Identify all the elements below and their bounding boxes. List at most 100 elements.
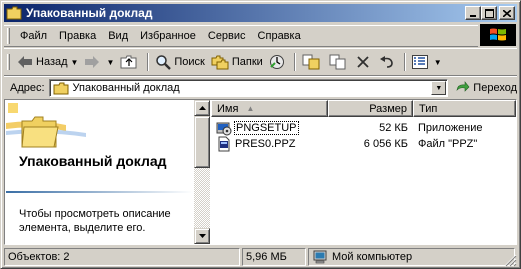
- status-objects-panel: Объектов: 2: [4, 248, 240, 266]
- menu-help[interactable]: Справка: [252, 30, 307, 42]
- forward-button[interactable]: ▼: [81, 51, 117, 73]
- scroll-up-icon: [198, 106, 206, 110]
- close-icon: [503, 9, 511, 17]
- status-location-panel: Мой компьютер: [308, 248, 515, 266]
- file-name: PNGSETUP: [234, 121, 299, 135]
- close-button[interactable]: [499, 6, 515, 20]
- views-dropdown-icon[interactable]: ▼: [434, 58, 442, 67]
- standard-toolbar: Назад ▼ ▼ Поиск Папки ▼: [4, 48, 517, 76]
- menu-view[interactable]: Вид: [102, 30, 134, 42]
- back-dropdown-icon[interactable]: ▼: [71, 58, 79, 67]
- file-list: Имя ▲ Размер Тип PNGSETUP 52 КБ Приложен…: [211, 100, 516, 244]
- column-header-name[interactable]: Имя ▲: [211, 100, 328, 117]
- copy-to-button[interactable]: [326, 51, 353, 73]
- toolbar-separator: [147, 53, 150, 71]
- address-bar: Адрес: Упакованный доклад ▼ Переход: [4, 76, 517, 100]
- views-icon: [411, 55, 428, 69]
- column-size-label: Размер: [369, 102, 407, 115]
- file-row[interactable]: PRES0.PPZ 6 056 КБ Файл "PPZ": [211, 136, 516, 152]
- status-location: Мой компьютер: [332, 251, 413, 263]
- move-to-button[interactable]: [299, 51, 326, 73]
- folders-icon: [211, 55, 229, 70]
- back-button[interactable]: Назад ▼: [14, 51, 81, 73]
- status-size-panel: 5,96 МБ: [242, 248, 306, 266]
- go-label: Переход: [473, 82, 517, 94]
- pane-description: Чтобы просмотреть описание элемента, выд…: [19, 208, 171, 234]
- column-header-size[interactable]: Размер: [328, 100, 413, 117]
- left-pane-scrollbar[interactable]: [194, 100, 210, 244]
- folders-button[interactable]: Папки: [208, 51, 266, 73]
- column-type-label: Тип: [419, 102, 438, 115]
- maximize-button[interactable]: [481, 6, 497, 20]
- toolbar-grip[interactable]: [7, 54, 10, 70]
- ppz-file-icon: [216, 136, 232, 152]
- menu-bar: Файл Правка Вид Избранное Сервис Справка: [4, 25, 478, 47]
- menu-favorites[interactable]: Избранное: [134, 30, 202, 42]
- folder-icon: [6, 5, 22, 21]
- go-arrow-icon: [456, 81, 470, 95]
- file-name-cell[interactable]: PNGSETUP: [211, 120, 328, 136]
- maximize-icon: [484, 8, 494, 18]
- scroll-up-button[interactable]: [194, 100, 210, 116]
- back-arrow-icon: [17, 55, 33, 69]
- search-label: Поиск: [174, 56, 205, 68]
- forward-arrow-icon: [84, 55, 100, 69]
- address-input[interactable]: Упакованный доклад ▼: [48, 79, 449, 97]
- status-objects: Объектов: 2: [8, 251, 70, 263]
- column-name-label: Имя: [217, 102, 239, 115]
- column-header-type[interactable]: Тип: [413, 100, 516, 117]
- go-button[interactable]: Переход: [456, 81, 517, 95]
- folders-label: Папки: [231, 56, 263, 68]
- up-folder-icon: [120, 54, 138, 70]
- menu-file[interactable]: Файл: [14, 30, 53, 42]
- pane-divider: [6, 191, 193, 193]
- folder-icon: [53, 82, 69, 95]
- windows-logo-icon: [480, 24, 516, 46]
- file-type-cell: Приложение: [418, 122, 483, 134]
- delete-icon: [356, 55, 370, 69]
- scroll-thumb[interactable]: [194, 116, 210, 168]
- file-size-cell: 6 056 КБ: [363, 138, 408, 150]
- scroll-down-button[interactable]: [194, 228, 210, 244]
- address-value: Упакованный доклад: [72, 82, 180, 94]
- menubar-grip[interactable]: [7, 28, 10, 44]
- search-icon: [155, 54, 172, 70]
- file-name-cell[interactable]: PRES0.PPZ: [211, 136, 328, 152]
- content-area: Упакованный доклад Чтобы просмотреть опи…: [4, 99, 517, 245]
- my-computer-icon: [312, 250, 328, 264]
- copy-to-icon: [329, 54, 347, 70]
- views-button[interactable]: ▼: [409, 51, 445, 73]
- list-header: Имя ▲ Размер Тип: [211, 100, 516, 117]
- title-bar[interactable]: Упакованный доклад: [4, 4, 517, 22]
- toolbar-separator: [293, 53, 296, 71]
- forward-dropdown-icon[interactable]: ▼: [106, 58, 114, 67]
- up-folder-button[interactable]: [117, 51, 144, 73]
- move-to-icon: [302, 54, 320, 70]
- minimize-icon: [470, 15, 476, 17]
- status-bar: Объектов: 2 5,96 МБ Мой компьютер: [4, 248, 517, 267]
- file-type-cell: Файл "PPZ": [418, 138, 478, 150]
- minimize-button[interactable]: [465, 6, 481, 20]
- resize-grip-icon[interactable]: [504, 254, 517, 267]
- undo-button[interactable]: [376, 51, 401, 73]
- undo-icon: [379, 55, 395, 69]
- file-name: PRES0.PPZ: [235, 138, 296, 150]
- status-size: 5,96 МБ: [246, 251, 287, 263]
- sort-ascending-icon: ▲: [246, 104, 255, 113]
- file-row[interactable]: PNGSETUP 52 КБ Приложение: [211, 120, 516, 136]
- explorer-window: Упакованный доклад Файл Правка Вид Избра…: [0, 0, 521, 269]
- menu-edit[interactable]: Правка: [53, 30, 102, 42]
- delete-button[interactable]: [353, 51, 376, 73]
- address-dropdown-icon[interactable]: ▼: [431, 81, 447, 95]
- pane-title: Упакованный доклад: [19, 153, 167, 169]
- setup-app-icon: [216, 120, 232, 136]
- back-label: Назад: [36, 56, 68, 68]
- history-button[interactable]: [266, 51, 291, 73]
- history-icon: [269, 54, 285, 70]
- file-size-cell: 52 КБ: [379, 122, 408, 134]
- web-view-pane: Упакованный доклад Чтобы просмотреть опи…: [6, 101, 193, 243]
- menu-tools[interactable]: Сервис: [202, 30, 252, 42]
- window-title: Упакованный доклад: [26, 6, 153, 20]
- search-button[interactable]: Поиск: [152, 51, 207, 73]
- scroll-down-icon: [198, 234, 206, 238]
